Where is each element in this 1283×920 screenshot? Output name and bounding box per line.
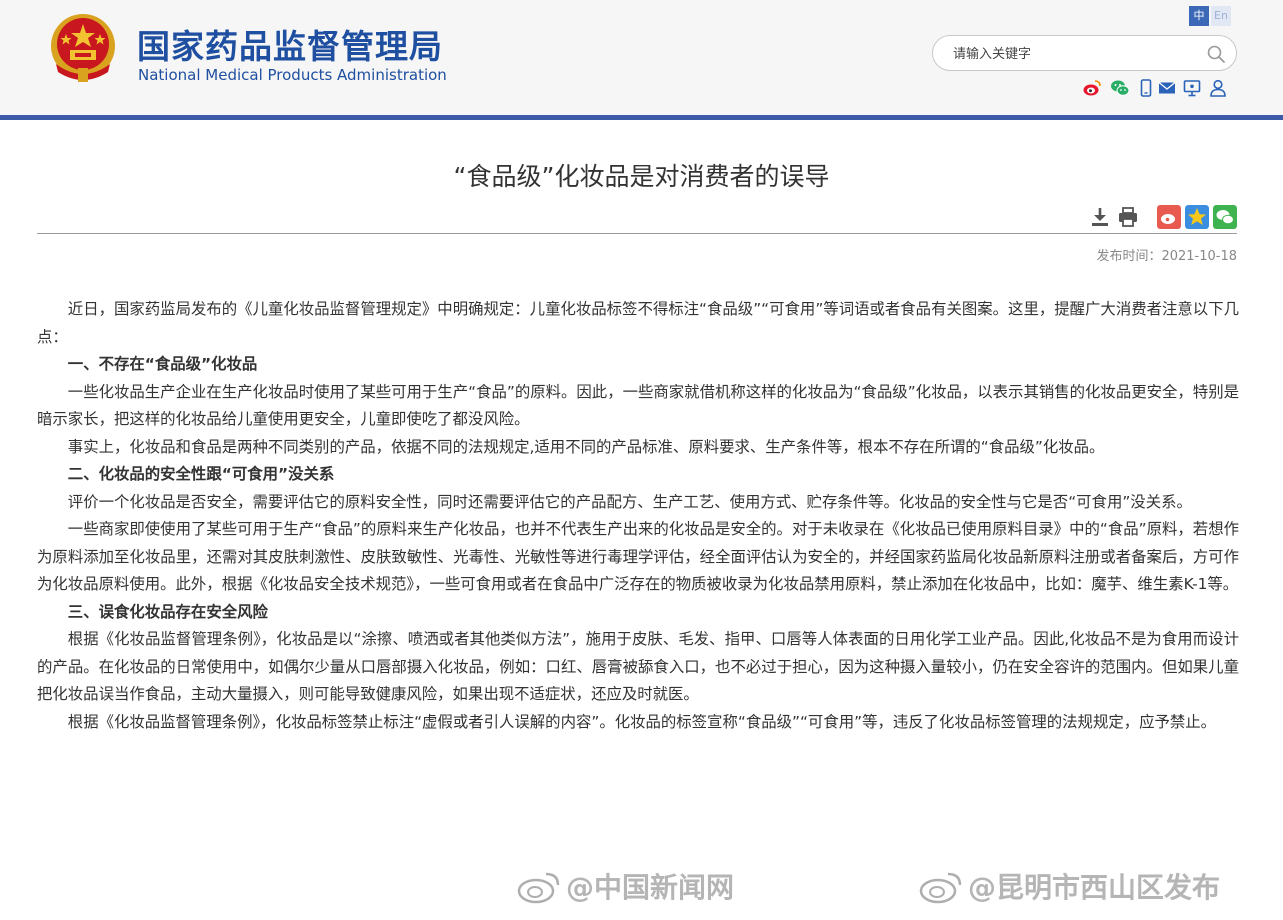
print-icon[interactable] <box>1117 206 1139 228</box>
paragraph: 评价一个化妆品是否安全，需要评估它的原料安全性，同时还需要评估它的产品配方、生产… <box>67 492 1192 511</box>
search-box <box>932 35 1237 71</box>
share-weibo-icon[interactable] <box>1157 205 1181 229</box>
mail-icon[interactable] <box>1157 78 1177 98</box>
share-wechat-icon[interactable] <box>1213 205 1237 229</box>
section-heading-2: 二、化妆品的安全性跟“可食用”没关系 <box>67 465 335 483</box>
paragraph: 一些化妆品生产企业在生产化妆品时使用了某些可用于生产“食品”的原料。因此，一些商… <box>37 382 1239 429</box>
section-heading-3: 三、误食化妆品存在安全风险 <box>67 602 268 621</box>
search-icon[interactable] <box>1206 44 1226 64</box>
section-heading-1: 一、不存在“食品级”化妆品 <box>67 355 258 373</box>
national-emblem-logo[interactable] <box>48 12 118 84</box>
paragraph-intro: 近日，国家药监局发布的《儿童化妆品监督管理规定》中明确规定：儿童化妆品标签不得标… <box>37 300 1239 346</box>
title-divider <box>37 233 1237 234</box>
paragraph: 一些商家即使使用了某些可用于生产“食品”的原料来生产化妆品，也并不代表生产出来的… <box>37 520 1239 593</box>
publish-date: 发布时间：2021-10-18 <box>1096 249 1237 264</box>
language-en-button[interactable]: En <box>1211 6 1231 26</box>
site-title-cn[interactable]: 国家药品监督管理局 <box>137 20 443 68</box>
user-icon[interactable] <box>1208 78 1228 98</box>
download-icon[interactable] <box>1089 206 1111 228</box>
language-cn-button[interactable]: 中 <box>1189 6 1209 26</box>
article-title: “食品级”化妆品是对消费者的误导 <box>453 162 830 191</box>
watermark-left: @中国新闻网 <box>566 871 735 904</box>
watermark-weibo-icon <box>517 872 560 904</box>
article-body: 近日，国家药监局发布的《儿童化妆品监督管理规定》中明确规定：儿童化妆品标签不得标… <box>37 296 1239 736</box>
weibo-icon[interactable] <box>1082 78 1102 98</box>
site-title-en[interactable]: National Medical Products Administration <box>138 66 447 84</box>
share-qzone-icon[interactable] <box>1185 205 1209 229</box>
header-divider-bar <box>0 115 1283 120</box>
paragraph: 事实上，化妆品和食品是两种不同类别的产品，依据不同的法规规定,适用不同的产品标准… <box>67 437 1105 456</box>
watermark-weibo-icon <box>919 872 962 904</box>
site-header: 国家药品监督管理局 National Medical Products Admi… <box>0 0 1283 115</box>
paragraph: 根据《化妆品监督管理条例》，化妆品标签禁止标注“虚假或者引人误解的内容”。化妆品… <box>67 712 1217 731</box>
watermark-right: @昆明市西山区发布 <box>968 871 1221 904</box>
monitor-icon[interactable] <box>1182 78 1202 98</box>
wechat-icon[interactable] <box>1110 78 1130 98</box>
mobile-icon[interactable] <box>1136 78 1156 98</box>
paragraph: 根据《化妆品监督管理条例》，化妆品是以“涂擦、喷洒或者其他类似方法”，施用于皮肤… <box>37 630 1239 703</box>
search-input[interactable] <box>953 43 1193 65</box>
